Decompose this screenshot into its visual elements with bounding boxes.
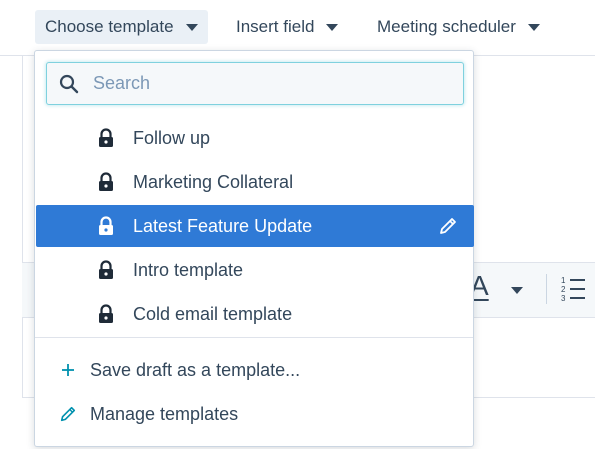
meeting-scheduler-dropdown[interactable]: Meeting scheduler [367, 10, 550, 44]
meeting-scheduler-label: Meeting scheduler [377, 17, 516, 36]
template-label: Cold email template [133, 304, 293, 324]
pencil-icon [60, 406, 76, 422]
lock-icon [99, 216, 113, 235]
choose-template-dropdown[interactable]: Choose template [35, 10, 208, 44]
manage-templates-label: Manage templates [90, 404, 239, 424]
numbered-list-icon[interactable]: 1 2 3 [560, 275, 586, 303]
template-item-latest-feature-update[interactable]: Latest Feature Update [36, 205, 474, 247]
search-input[interactable] [91, 72, 431, 95]
search-field[interactable] [46, 62, 464, 105]
template-label: Latest Feature Update [133, 216, 313, 236]
lock-icon [99, 128, 113, 147]
toolbar-divider [546, 274, 547, 304]
template-item-cold-email-template[interactable]: Cold email template [35, 293, 475, 335]
svg-text:2: 2 [561, 285, 566, 294]
template-label: Intro template [133, 260, 244, 280]
edit-pencil-icon[interactable] [438, 216, 458, 236]
menu-divider [35, 337, 473, 338]
caret-down-icon [326, 23, 339, 31]
template-label: Follow up [133, 128, 211, 148]
template-item-intro-template[interactable]: Intro template [35, 249, 475, 291]
caret-down-icon [527, 23, 540, 31]
save-draft-as-template-action[interactable]: Save draft as a template... [35, 349, 475, 391]
lock-icon [99, 172, 113, 191]
search-icon [59, 74, 79, 93]
caret-down-icon[interactable] [511, 287, 523, 294]
manage-templates-action[interactable]: Manage templates [35, 393, 475, 435]
template-label: Marketing Collateral [133, 172, 294, 192]
lock-icon [99, 260, 113, 279]
lock-icon [99, 304, 113, 323]
svg-text:1: 1 [561, 276, 566, 285]
save-draft-label: Save draft as a template... [90, 360, 301, 380]
template-item-follow-up[interactable]: Follow up [35, 117, 475, 159]
insert-field-label: Insert field [236, 17, 315, 36]
choose-template-label: Choose template [45, 17, 174, 36]
template-item-marketing-collateral[interactable]: Marketing Collateral [35, 161, 475, 203]
caret-down-icon [185, 23, 198, 31]
editor-toolbar: Choose template Insert field Meeting sch… [0, 0, 595, 56]
template-dropdown-menu: Follow up Marketing Collateral Latest Fe… [34, 50, 474, 447]
plus-icon [62, 364, 74, 376]
insert-field-dropdown[interactable]: Insert field [226, 10, 348, 44]
svg-text:3: 3 [561, 294, 566, 303]
